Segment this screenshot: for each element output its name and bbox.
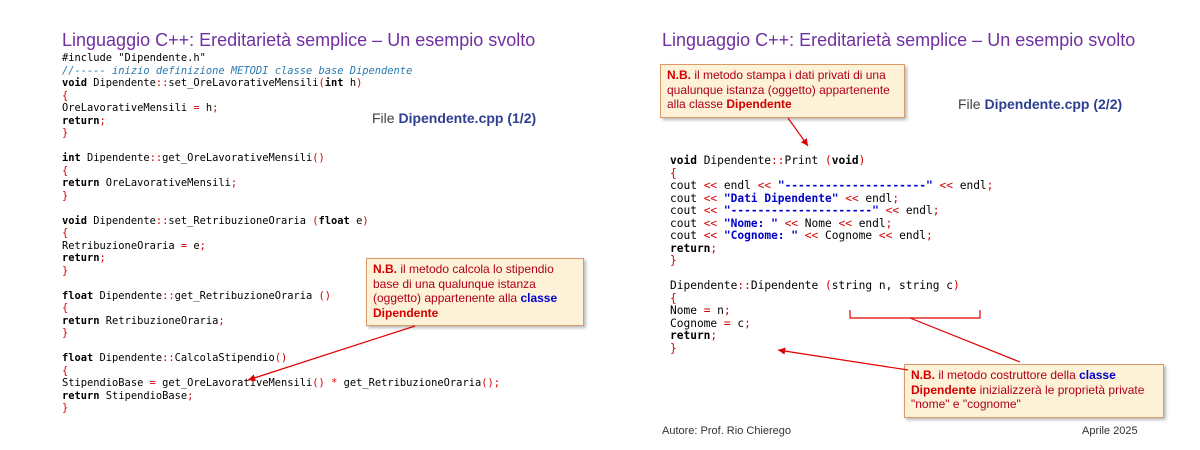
slide-right: Linguaggio C++: Ereditarietà semplice – … [600, 0, 1200, 450]
note-arrows [777, 117, 1021, 371]
note-arrow [247, 325, 416, 382]
slide-left: Linguaggio C++: Ereditarietà semplice – … [0, 0, 600, 450]
